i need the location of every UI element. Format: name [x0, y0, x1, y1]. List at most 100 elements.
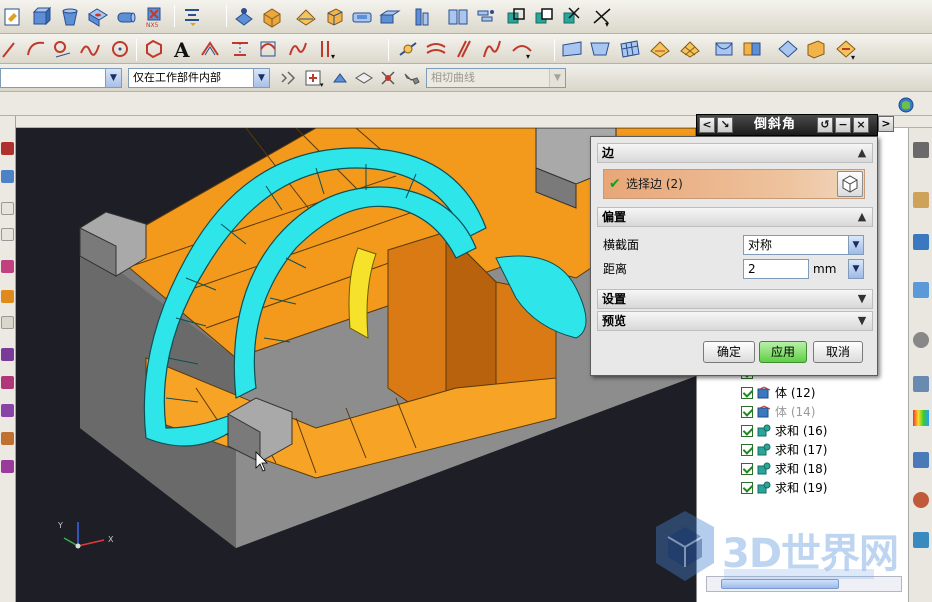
curve-tool-icon[interactable]	[1, 260, 14, 273]
selection-scope-combo[interactable]: 仅在工作部件内部 ▼	[128, 68, 270, 88]
n-sided-surface-icon[interactable]	[678, 37, 702, 61]
mesh-surface-icon[interactable]	[618, 37, 642, 61]
unite-icon[interactable]	[504, 5, 528, 29]
pad-icon[interactable]	[378, 5, 402, 29]
settings-section-header[interactable]: 设置 ▼	[597, 289, 873, 309]
ruled-icon[interactable]	[588, 37, 612, 61]
cylinder-icon[interactable]	[114, 5, 138, 29]
curve-on-surface-icon[interactable]: ▾	[510, 37, 534, 61]
move-icon[interactable]	[1, 348, 14, 361]
reuse-library-icon[interactable]	[913, 234, 929, 250]
dialog-titlebar[interactable]: < ↘ 倒斜角 ↺ − ×	[696, 114, 878, 136]
circle-point-icon[interactable]	[108, 37, 132, 61]
hole-icon[interactable]	[86, 5, 110, 29]
chevron-down-icon[interactable]: ▼	[105, 69, 121, 87]
polygon-icon[interactable]	[142, 37, 166, 61]
intersect-curve-icon[interactable]	[396, 37, 420, 61]
helix-icon[interactable]	[480, 37, 504, 61]
arc-icon[interactable]	[24, 37, 48, 61]
prev-icon[interactable]: <	[699, 117, 715, 133]
cube-icon[interactable]	[322, 5, 346, 29]
chevron-up-icon[interactable]: ▲	[854, 209, 870, 225]
book-icon[interactable]	[446, 5, 470, 29]
check-icon[interactable]	[741, 386, 753, 399]
check-icon[interactable]	[741, 443, 753, 456]
check-icon[interactable]	[741, 481, 753, 494]
face-icon[interactable]	[294, 5, 318, 29]
align-icon[interactable]	[180, 5, 204, 29]
check-icon[interactable]	[741, 405, 753, 418]
snap-point-icon[interactable]: ▾	[302, 66, 326, 90]
subtract-icon[interactable]	[532, 5, 556, 29]
general-selection-icon[interactable]	[276, 66, 300, 90]
project-curve-icon[interactable]	[228, 37, 252, 61]
apply-button[interactable]: 应用	[759, 341, 807, 363]
select-body-icon[interactable]	[352, 66, 376, 90]
draft-icon[interactable]	[1, 202, 14, 215]
collapse-arrow-icon[interactable]: ↘	[717, 117, 733, 133]
select-edge-row[interactable]: ✔ 选择边 (2)	[603, 169, 865, 199]
line-icon[interactable]	[0, 37, 24, 61]
edge-icon[interactable]	[1, 228, 14, 241]
sketch-icon[interactable]	[2, 5, 26, 29]
preview-section-header[interactable]: 预览 ▼	[597, 311, 873, 331]
offset-curve-icon[interactable]	[198, 37, 222, 61]
reset-icon[interactable]: ↺	[817, 117, 833, 133]
select-component-icon[interactable]	[376, 66, 400, 90]
offset-surface-icon[interactable]	[776, 37, 800, 61]
chevron-down-icon[interactable]: ▼	[253, 69, 269, 87]
join-curve-icon[interactable]	[286, 37, 310, 61]
nav-feature-row[interactable]: 求和 (19)	[741, 479, 827, 497]
face-blend-icon[interactable]	[740, 37, 764, 61]
select-edge-button[interactable]	[837, 171, 863, 197]
pattern-icon[interactable]	[474, 5, 498, 29]
bridge-curve-icon[interactable]	[256, 37, 280, 61]
nav-feature-row[interactable]: 体 (14)	[741, 403, 815, 421]
point-icon[interactable]	[232, 5, 256, 29]
revolve-icon[interactable]	[58, 5, 82, 29]
palette-icon[interactable]	[913, 410, 929, 426]
history-tab-icon[interactable]	[913, 192, 929, 208]
thicken-icon[interactable]	[804, 37, 828, 61]
globe-icon[interactable]	[894, 93, 918, 117]
nav-feature-row[interactable]: 体 (12)	[741, 384, 815, 402]
red-cube-icon[interactable]	[1, 142, 14, 155]
view-icon[interactable]	[1, 404, 14, 417]
blend-surface-icon[interactable]	[712, 37, 736, 61]
check-icon[interactable]	[741, 462, 753, 475]
nav-feature-row[interactable]: 求和 (17)	[741, 441, 827, 459]
slot-icon[interactable]	[350, 5, 374, 29]
next-icon[interactable]: >	[878, 116, 894, 132]
isoparametric-curve-icon[interactable]: ▾	[314, 37, 338, 61]
studio-spline-icon[interactable]	[78, 37, 102, 61]
render-icon[interactable]	[1, 432, 14, 445]
nav-feature-row[interactable]: 求和 (18)	[741, 460, 827, 478]
navigator-tab-icon[interactable]	[913, 142, 929, 158]
chevron-down-icon[interactable]: ▼	[849, 260, 863, 278]
extract-curve-icon[interactable]	[452, 37, 476, 61]
clock-icon[interactable]	[913, 332, 929, 348]
text-icon[interactable]: A	[170, 37, 194, 62]
spline-point-icon[interactable]	[50, 37, 74, 61]
browser-icon[interactable]	[913, 282, 929, 298]
nav-feature-row[interactable]: 求和 (16)	[741, 422, 827, 440]
check-icon[interactable]	[741, 424, 753, 437]
section-curve-icon[interactable]	[424, 37, 448, 61]
ok-button[interactable]: 确定	[703, 341, 755, 363]
distance-input[interactable]: 2	[743, 259, 809, 279]
trim-body-icon[interactable]: ▾	[590, 5, 614, 29]
wrench-icon[interactable]	[400, 66, 424, 90]
intersect-icon[interactable]	[560, 5, 584, 29]
system-materials-icon[interactable]	[913, 452, 929, 468]
minimize-icon[interactable]: −	[835, 117, 851, 133]
chevron-down-icon[interactable]: ▼	[848, 236, 863, 254]
extrude-icon[interactable]	[30, 5, 54, 29]
chevron-up-icon[interactable]: ▲	[854, 145, 870, 161]
roles-icon[interactable]	[913, 492, 929, 508]
swept-icon[interactable]	[648, 37, 672, 61]
close-icon[interactable]: ×	[853, 117, 869, 133]
cancel-button[interactable]: 取消	[813, 341, 863, 363]
chevron-down-icon[interactable]: ▼	[854, 313, 870, 329]
chevron-down-icon[interactable]: ▼	[854, 291, 870, 307]
cross-section-dropdown[interactable]: 对称 ▼	[743, 235, 864, 255]
